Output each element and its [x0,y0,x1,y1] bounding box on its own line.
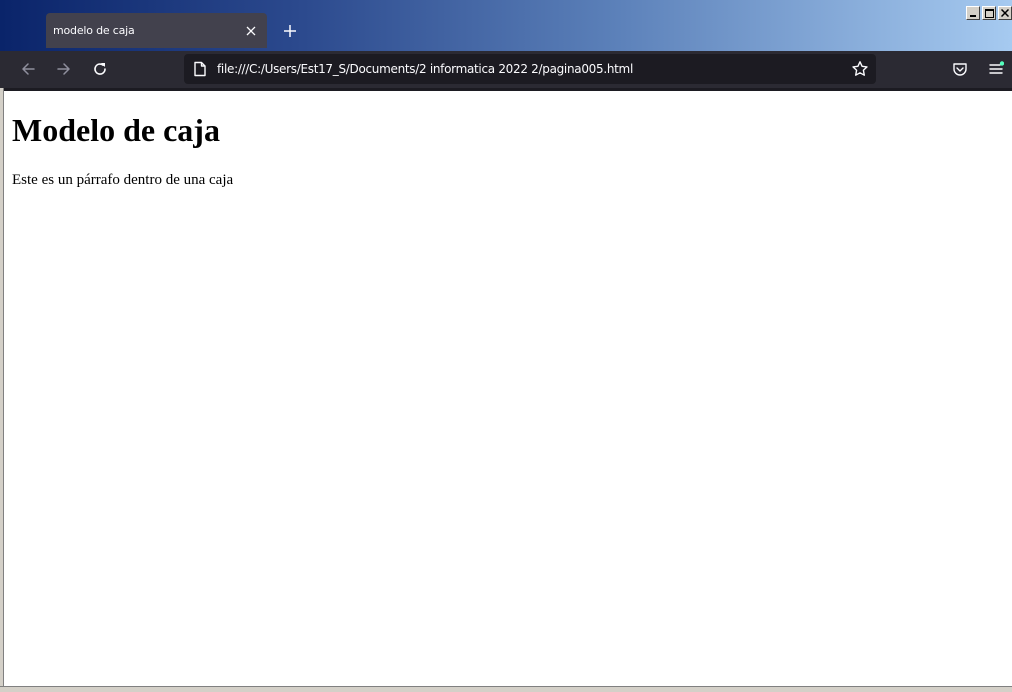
navigation-toolbar: file:///C:/Users/Est17_S/Documents/2 inf… [0,51,1012,88]
document-icon [193,61,207,77]
page-paragraph: Este es un párrafo dentro de una caja [12,172,234,188]
browser-window: modelo de caja file:///C:/Users/Est17_S/… [0,0,1012,692]
url-text[interactable]: file:///C:/Users/Est17_S/Documents/2 inf… [217,62,848,76]
tab-strip: modelo de caja [0,0,1012,51]
hamburger-menu-icon[interactable] [984,57,1008,81]
window-bottom-frame [0,686,1012,692]
tab-active[interactable]: modelo de caja [46,13,267,48]
page-content: Modelo de caja Este es un párrafo dentro… [4,91,1012,686]
forward-arrow-icon[interactable] [51,57,77,81]
back-arrow-icon[interactable] [15,57,41,81]
window-controls [966,6,1012,20]
maximize-icon[interactable] [982,6,996,20]
reload-icon[interactable] [87,57,113,81]
minimize-icon[interactable] [966,6,980,20]
pocket-icon[interactable] [948,57,972,81]
url-bar[interactable]: file:///C:/Users/Est17_S/Documents/2 inf… [184,54,876,84]
tab-title: modelo de caja [53,24,135,37]
close-icon[interactable] [241,21,261,41]
window-close-icon[interactable] [998,6,1012,20]
plus-icon[interactable] [278,19,302,43]
star-icon[interactable] [848,57,872,81]
page-heading: Modelo de caja [12,112,220,148]
